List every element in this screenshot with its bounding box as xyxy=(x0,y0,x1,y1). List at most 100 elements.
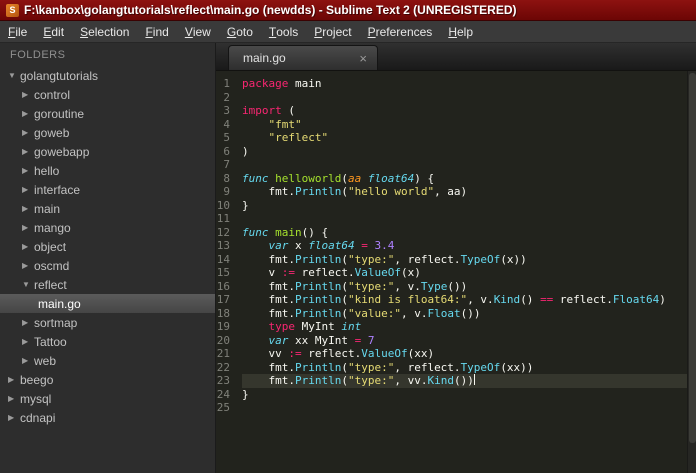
triangle-right-icon[interactable]: ▶ xyxy=(22,185,34,194)
line-number: 18 xyxy=(216,306,242,320)
file-main-go[interactable]: main.go xyxy=(0,294,215,313)
line-number: 11 xyxy=(216,212,242,226)
folder-mysql[interactable]: ▶ mysql xyxy=(0,389,215,408)
triangle-right-icon[interactable]: ▶ xyxy=(8,413,20,422)
menu-file[interactable]: File xyxy=(0,21,35,42)
text-cursor xyxy=(473,374,475,385)
triangle-right-icon[interactable]: ▶ xyxy=(8,375,20,384)
folder-mango[interactable]: ▶ mango xyxy=(0,218,215,237)
menu-preferences[interactable]: Preferences xyxy=(360,21,441,42)
triangle-right-icon[interactable]: ▶ xyxy=(22,204,34,213)
code-editor[interactable]: 1 package main 2 3 import (4 "fmt" 5 "reflect… xyxy=(216,71,696,473)
tree-item-label: reflect xyxy=(34,277,67,292)
menu-project[interactable]: Project xyxy=(306,21,359,42)
folder-main[interactable]: ▶ main xyxy=(0,199,215,218)
window-title: F:\kanbox\golangtutorials\reflect\main.g… xyxy=(24,3,517,17)
code-line-25[interactable]: 25 xyxy=(216,401,696,415)
folder-reflect[interactable]: ▼ reflect xyxy=(0,275,215,294)
tree-item-label: web xyxy=(34,353,57,368)
line-text: "fmt" xyxy=(268,117,302,131)
code-line-21[interactable]: 21 vv := reflect.ValueOf(xx) xyxy=(216,347,696,361)
line-text: fmt.Println("type:", reflect.TypeOf(x)) xyxy=(242,252,527,266)
main-area: FOLDERS ▼ golangtutorials ▶ control ▶ gorouti… xyxy=(0,43,696,473)
code-line-12[interactable]: 12 func main() { xyxy=(216,225,696,239)
code-line-15[interactable]: 15 v := reflect.ValueOf(x) xyxy=(216,266,696,280)
triangle-right-icon[interactable]: ▶ xyxy=(8,394,20,403)
tab-close-icon[interactable]: × xyxy=(359,52,367,65)
code-line-24[interactable]: 24} xyxy=(216,387,696,401)
code-line-11[interactable]: 11 xyxy=(216,212,696,226)
triangle-right-icon[interactable]: ▶ xyxy=(22,337,34,346)
triangle-right-icon[interactable]: ▶ xyxy=(22,356,34,365)
code-line-8[interactable]: 8 func helloworld(aa float64) { xyxy=(216,171,696,185)
triangle-right-icon[interactable]: ▶ xyxy=(22,128,34,137)
code-line-17[interactable]: 17 fmt.Println("kind is float64:", v.Kin… xyxy=(216,293,696,307)
tree-item-label: mysql xyxy=(20,391,52,406)
folder-interface[interactable]: ▶ interface xyxy=(0,180,215,199)
folder-golangtutorials[interactable]: ▼ golangtutorials xyxy=(0,66,215,85)
title-bar[interactable]: S F:\kanbox\golangtutorials\reflect\main… xyxy=(0,0,696,21)
sidebar: FOLDERS ▼ golangtutorials ▶ control ▶ gorouti… xyxy=(0,43,216,473)
editor-scrollbar[interactable] xyxy=(687,71,696,473)
code-line-3[interactable]: 3 import ( xyxy=(216,104,696,118)
code-line-7[interactable]: 7 xyxy=(216,158,696,172)
tree-item-label: goroutine xyxy=(34,106,85,121)
code-line-18[interactable]: 18 fmt.Println("value:", v.Float()) xyxy=(216,306,696,320)
folder-control[interactable]: ▶ control xyxy=(0,85,215,104)
folder-cdnapi[interactable]: ▶ cdnapi xyxy=(0,408,215,427)
triangle-down-icon[interactable]: ▼ xyxy=(8,71,20,80)
menu-help[interactable]: Help xyxy=(440,21,481,42)
code-line-5[interactable]: 5 "reflect" xyxy=(216,131,696,145)
menu-edit[interactable]: Edit xyxy=(35,21,72,42)
tree-item-label: beego xyxy=(20,372,54,387)
menu-find[interactable]: Find xyxy=(137,21,176,42)
folder-web[interactable]: ▶ web xyxy=(0,351,215,370)
folder-hello[interactable]: ▶ hello xyxy=(0,161,215,180)
triangle-right-icon[interactable]: ▶ xyxy=(22,147,34,156)
folder-sortmap[interactable]: ▶ sortmap xyxy=(0,313,215,332)
line-number: 7 xyxy=(216,158,242,172)
code-line-16[interactable]: 16 fmt.Println("type:", v.Type()) xyxy=(216,279,696,293)
code-line-1[interactable]: 1 package main xyxy=(216,77,696,91)
code-line-9[interactable]: 9 fmt.Println("hello world", aa) xyxy=(216,185,696,199)
line-text: fmt.Println("type:", v.Type()) xyxy=(242,279,468,293)
code-line-2[interactable]: 2 xyxy=(216,90,696,104)
menu-goto[interactable]: Goto xyxy=(219,21,261,42)
folder-tattoo[interactable]: ▶ Tattoo xyxy=(0,332,215,351)
folder-gowebapp[interactable]: ▶ gowebapp xyxy=(0,142,215,161)
line-text: fmt.Println("hello world", aa) xyxy=(242,185,468,198)
code-line-4[interactable]: 4 "fmt" xyxy=(216,117,696,131)
code-line-6[interactable]: 6) xyxy=(216,144,696,158)
code-line-10[interactable]: 10} xyxy=(216,198,696,212)
folder-goroutine[interactable]: ▶ goroutine xyxy=(0,104,215,123)
tab-bar: main.go × xyxy=(216,43,696,71)
code-line-22[interactable]: 22 fmt.Println("type:", reflect.TypeOf(x… xyxy=(216,360,696,374)
folder-object[interactable]: ▶ object xyxy=(0,237,215,256)
triangle-right-icon[interactable]: ▶ xyxy=(22,261,34,270)
code-line-13[interactable]: 13 var x float64 = 3.4 xyxy=(216,239,696,253)
code-line-20[interactable]: 20 var xx MyInt = 7 xyxy=(216,333,696,347)
menu-view[interactable]: View xyxy=(177,21,219,42)
tree-item-label: main xyxy=(34,201,61,216)
code-line-19[interactable]: 19 type MyInt int xyxy=(216,320,696,334)
code-line-23[interactable]: 23 fmt.Println("type:", vv.Kind()) xyxy=(216,374,696,388)
triangle-right-icon[interactable]: ▶ xyxy=(22,109,34,118)
line-number: 19 xyxy=(216,320,242,334)
folder-oscmd[interactable]: ▶ oscmd xyxy=(0,256,215,275)
triangle-down-icon[interactable]: ▼ xyxy=(22,280,34,289)
triangle-right-icon[interactable]: ▶ xyxy=(22,318,34,327)
triangle-right-icon[interactable]: ▶ xyxy=(22,166,34,175)
triangle-right-icon[interactable]: ▶ xyxy=(22,223,34,232)
line-number: 9 xyxy=(216,185,242,199)
triangle-right-icon[interactable]: ▶ xyxy=(22,242,34,251)
folder-beego[interactable]: ▶ beego xyxy=(0,370,215,389)
folder-goweb[interactable]: ▶ goweb xyxy=(0,123,215,142)
line-number: 21 xyxy=(216,347,242,361)
triangle-right-icon[interactable]: ▶ xyxy=(22,90,34,99)
menu-tools[interactable]: Tools xyxy=(261,21,306,42)
menu-selection[interactable]: Selection xyxy=(72,21,137,42)
scrollbar-thumb[interactable] xyxy=(689,73,696,443)
line-number: 10 xyxy=(216,198,242,212)
tab-main-go[interactable]: main.go × xyxy=(228,45,378,70)
code-line-14[interactable]: 14 fmt.Println("type:", reflect.TypeOf(x… xyxy=(216,252,696,266)
